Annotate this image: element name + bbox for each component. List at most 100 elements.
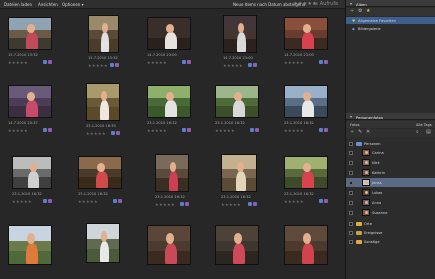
tags-panel-header[interactable]: ▾ Personenfotos xyxy=(346,113,435,120)
photo-thumbnail[interactable] xyxy=(147,85,191,118)
tag-checkbox[interactable] xyxy=(349,239,353,244)
tag-delete-icon[interactable]: ✕ xyxy=(366,130,370,135)
tag-badge-icon[interactable] xyxy=(324,128,328,132)
rating-stars[interactable]: ★★★★★ xyxy=(147,60,167,65)
tag-person[interactable]: Jonas xyxy=(346,178,435,187)
tag-person[interactable]: Lukas xyxy=(346,188,435,197)
photo-thumbnail-cell[interactable]: 14.7.2010 23:00 ★★★★★ xyxy=(280,13,345,79)
add-tag-icon[interactable]: + xyxy=(350,130,354,135)
tag-badge-icon[interactable] xyxy=(324,199,328,203)
rating-stars[interactable]: ★★★★★ xyxy=(223,63,243,68)
photo-thumbnail[interactable] xyxy=(284,156,328,189)
rating-stars[interactable]: ★★★★★ xyxy=(8,60,28,65)
rating-stars[interactable]: ★★★★★ xyxy=(78,199,98,204)
photo-thumbnail-cell[interactable] xyxy=(4,221,70,279)
tag-checkbox[interactable] xyxy=(349,230,353,235)
tag-checkbox[interactable] xyxy=(349,180,353,185)
photo-thumbnail-cell[interactable]: 14.7.2010 23:00 ★★★★★ xyxy=(211,13,277,79)
menu-options[interactable]: Optionen ▾ xyxy=(62,2,84,7)
tag-badge-icon[interactable] xyxy=(118,199,122,203)
album-badge-icon[interactable] xyxy=(180,202,184,206)
photo-thumbnail[interactable] xyxy=(8,225,52,265)
album-badge-icon[interactable] xyxy=(248,63,252,67)
tag-person[interactable]: Kathrin xyxy=(346,168,435,177)
tag-search-icon[interactable]: ⌕ xyxy=(416,130,419,135)
tag-checkbox[interactable] xyxy=(349,210,353,215)
tag-category-folder[interactable]: Ereignisse xyxy=(346,228,435,237)
album-badge-icon[interactable] xyxy=(319,199,323,203)
photo-thumbnail[interactable] xyxy=(215,225,259,265)
rating-stars[interactable]: ★★★★★ xyxy=(147,128,167,133)
rating-stars[interactable]: ★★★★★ xyxy=(284,128,304,133)
menu-load-files[interactable]: Dateien laden xyxy=(4,2,32,7)
tag-badge-icon[interactable] xyxy=(187,128,191,132)
photo-thumbnail-cell[interactable]: 23.1.2010 16:32 ★★★★★ xyxy=(280,81,345,147)
photo-thumbnail-cell[interactable] xyxy=(74,221,140,279)
photo-thumbnail-cell[interactable]: 23.1.2010 16:32 ★★★★★ xyxy=(280,152,345,218)
photo-thumbnail-cell[interactable]: 23.1.2010 16:32 ★★★★★ xyxy=(74,152,140,218)
rating-stars[interactable]: ★★★★★ xyxy=(284,199,304,204)
tag-badge-icon[interactable] xyxy=(116,131,120,135)
album-item-gallery[interactable]: ◆ Bildergalerie xyxy=(346,25,435,32)
tag-checkbox[interactable] xyxy=(349,150,353,155)
photo-thumbnail[interactable] xyxy=(284,85,328,118)
tab-photos[interactable]: Fotos xyxy=(350,123,360,127)
photo-thumbnail[interactable] xyxy=(12,156,52,189)
tag-badge-icon[interactable] xyxy=(115,63,119,67)
photo-thumbnail-cell[interactable]: 15.7.2010 15:32 ★★★★★ xyxy=(4,13,70,79)
photo-thumbnail[interactable] xyxy=(155,154,189,192)
photo-thumbnail[interactable] xyxy=(147,225,191,265)
album-badge-icon[interactable] xyxy=(43,60,47,64)
album-badge-icon[interactable] xyxy=(250,128,254,132)
tag-category-folder[interactable]: Sonstige xyxy=(346,237,435,246)
tag-badge-icon[interactable] xyxy=(48,128,52,132)
photo-thumbnail[interactable] xyxy=(78,156,122,189)
album-badge-icon[interactable] xyxy=(113,199,117,203)
album-favorite-icon[interactable]: ★ xyxy=(366,9,370,14)
photo-thumbnail[interactable] xyxy=(284,225,328,265)
tag-edit-icon[interactable]: ✎ xyxy=(358,130,362,135)
photo-thumbnail-cell[interactable]: 23.1.2010 16:32 ★★★★★ xyxy=(4,152,70,218)
rating-stars[interactable]: ★★★★★ xyxy=(8,128,28,133)
tag-category-folder[interactable]: Orte xyxy=(346,219,435,228)
tag-category-persons[interactable]: Personen xyxy=(346,139,435,148)
photo-thumbnail[interactable] xyxy=(221,154,257,192)
tag-checkbox[interactable] xyxy=(349,141,353,146)
collapse-arrow-icon[interactable]: ▾ xyxy=(350,1,352,6)
tag-checkbox[interactable] xyxy=(349,221,353,226)
photo-thumbnail[interactable] xyxy=(223,15,257,53)
tag-badge-icon[interactable] xyxy=(187,60,191,64)
photo-thumbnail[interactable] xyxy=(8,17,52,50)
tag-person[interactable]: Susanne xyxy=(346,208,435,217)
album-settings-icon[interactable]: ⚙ xyxy=(358,9,362,14)
photo-thumbnail[interactable] xyxy=(147,17,191,50)
photo-thumbnail[interactable] xyxy=(8,85,52,118)
photo-thumbnail-cell[interactable]: 15.7.2010 15:32 ★★★★★ xyxy=(74,13,140,79)
photo-thumbnail-cell[interactable]: 23.1.2010 16:32 ★★★★★ xyxy=(143,152,209,218)
tag-badge-icon[interactable] xyxy=(48,199,52,203)
tag-checkbox[interactable] xyxy=(349,190,353,195)
photo-thumbnail[interactable] xyxy=(86,83,120,121)
album-badge-icon[interactable] xyxy=(43,128,47,132)
menu-views[interactable]: Ansichten xyxy=(38,2,58,7)
collapse-arrow-icon[interactable]: ▾ xyxy=(350,114,352,119)
tag-view-icon[interactable]: ▤ xyxy=(426,130,431,135)
photo-thumbnail-cell[interactable]: 14.7.2010 23:00 ★★★★★ xyxy=(143,13,209,79)
photo-thumbnail[interactable] xyxy=(86,223,120,263)
photo-thumbnail-cell[interactable] xyxy=(143,221,209,279)
tag-checkbox[interactable] xyxy=(349,200,353,205)
photo-thumbnail-cell[interactable] xyxy=(280,221,345,279)
tag-checkbox[interactable] xyxy=(349,160,353,165)
album-badge-icon[interactable] xyxy=(248,202,252,206)
tab-all-tags[interactable]: Alle Tags xyxy=(416,123,432,127)
rating-stars[interactable]: ★★★★★ xyxy=(88,63,108,68)
photo-thumbnail-cell[interactable] xyxy=(211,221,277,279)
album-badge-icon[interactable] xyxy=(182,128,186,132)
rating-stars[interactable]: ★★★★★ xyxy=(155,202,175,207)
tag-badge-icon[interactable] xyxy=(255,128,259,132)
rating-stars[interactable]: ★★★★★ xyxy=(86,131,106,136)
rating-stars[interactable]: ★★★★★ xyxy=(221,202,241,207)
photo-thumbnail[interactable] xyxy=(88,15,119,53)
albums-panel-header[interactable]: ▾ Alben xyxy=(346,0,435,7)
photo-thumbnail-cell[interactable]: 14.7.2010 20:37 ★★★★★ xyxy=(4,81,70,147)
